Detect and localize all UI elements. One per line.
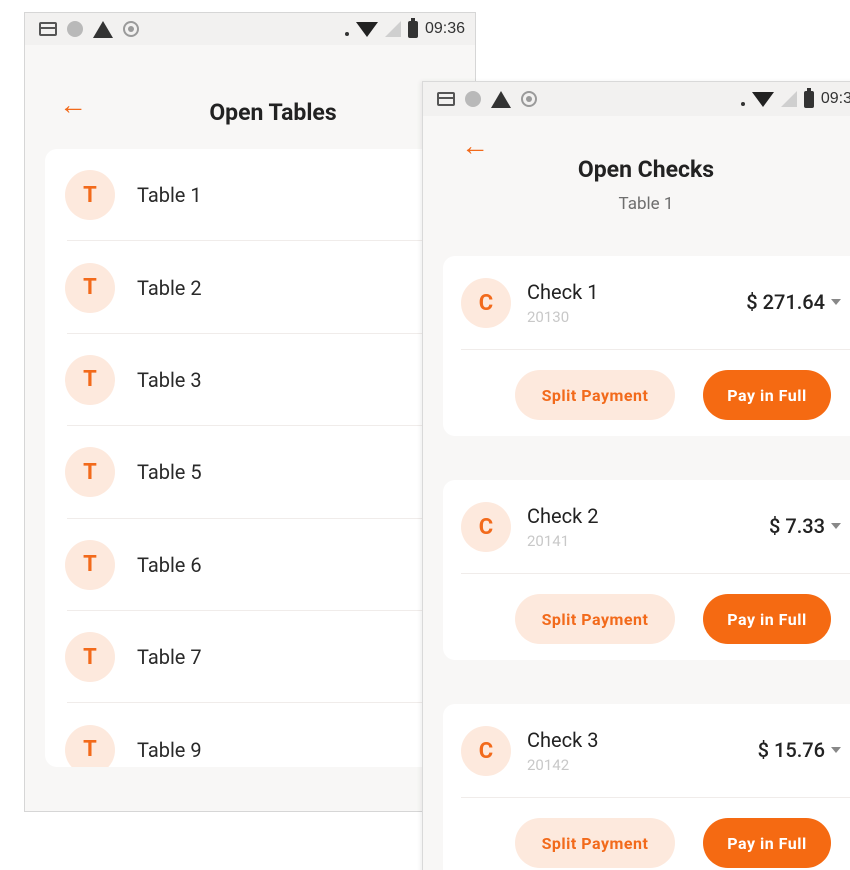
split-payment-button[interactable]: Split Payment [515, 594, 675, 644]
pay-in-full-button[interactable]: Pay in Full [703, 594, 831, 644]
pay-in-full-button[interactable]: Pay in Full [703, 370, 831, 420]
check-header[interactable]: C Check 1 20130 $ 271.64 [443, 256, 850, 350]
status-time: 09:3 [820, 90, 850, 107]
table-label: Table 5 [137, 460, 202, 485]
page-subtitle: Table 1 [618, 194, 674, 214]
check-name: Check 3 [527, 728, 599, 752]
wifi-activity-icon [740, 102, 745, 106]
status-time: 09:36 [424, 20, 465, 37]
table-row[interactable]: T Table 6 [45, 519, 465, 612]
pay-in-full-button[interactable]: Pay in Full [703, 818, 831, 868]
warning-icon [491, 90, 511, 108]
table-avatar: T [65, 170, 115, 221]
check-card: C Check 3 20142 $ 15.76 Split Payment Pa… [443, 704, 850, 870]
check-name: Check 2 [527, 504, 599, 528]
open-checks-screen: 09:3 ← Open Checks Table 1 C Check 1 201… [422, 81, 850, 870]
table-label: Table 9 [137, 737, 202, 762]
warning-icon [93, 20, 113, 38]
page-title: Open Tables [209, 99, 337, 126]
wifi-icon [355, 21, 378, 37]
check-avatar: C [461, 502, 511, 552]
table-row[interactable]: T Table 3 [45, 334, 465, 427]
caret-down-icon[interactable] [831, 747, 841, 753]
check-amount: $ 15.76 [757, 738, 825, 762]
table-avatar: T [65, 262, 115, 313]
card-icon [39, 22, 57, 36]
check-header[interactable]: C Check 2 20141 $ 7.33 [443, 480, 850, 574]
table-row[interactable]: T Table 5 [45, 426, 465, 519]
check-card: C Check 2 20141 $ 7.33 Split Payment Pay… [443, 480, 850, 660]
dot-icon [67, 21, 83, 37]
table-row[interactable]: T Table 1 [45, 149, 465, 242]
table-avatar: T [65, 632, 115, 683]
battery-icon [803, 87, 814, 108]
status-bar: 09:3 [423, 82, 850, 116]
table-avatar: T [65, 539, 115, 590]
table-label: Table 6 [137, 552, 202, 577]
no-signal-icon [780, 91, 797, 107]
sync-icon [123, 21, 139, 37]
sync-icon [521, 91, 537, 107]
battery-icon [407, 17, 418, 38]
wifi-activity-icon [344, 32, 349, 36]
table-avatar: T [65, 447, 115, 498]
check-card: C Check 1 20130 $ 271.64 Split Payment P… [443, 256, 850, 436]
card-icon [437, 92, 455, 106]
page-title: Open Checks [577, 156, 715, 183]
wifi-icon [751, 91, 774, 107]
check-number: 20130 [527, 308, 570, 326]
table-avatar: T [65, 724, 115, 767]
table-label: Table 1 [137, 183, 202, 208]
check-avatar: C [461, 726, 511, 776]
check-avatar: C [461, 278, 511, 328]
check-name: Check 1 [527, 280, 599, 304]
check-amount: $ 271.64 [746, 290, 825, 314]
caret-down-icon[interactable] [831, 299, 841, 305]
check-number: 20141 [527, 532, 570, 550]
open-tables-screen: 09:36 ← Open Tables T Table 1 T Table 2 … [24, 12, 476, 812]
table-row[interactable]: T Table 2 [45, 241, 465, 335]
no-signal-icon [384, 21, 401, 37]
split-payment-button[interactable]: Split Payment [515, 818, 675, 868]
tables-list: T Table 1 T Table 2 T Table 3 T Table 5 … [45, 149, 465, 767]
check-amount: $ 7.33 [769, 514, 825, 538]
caret-down-icon[interactable] [831, 523, 841, 529]
table-label: Table 7 [137, 645, 202, 670]
table-row[interactable]: T Table 9 [45, 703, 465, 767]
dot-icon [465, 91, 481, 107]
app-bar: ← Open Tables [25, 45, 475, 163]
check-number: 20142 [527, 756, 570, 774]
table-row[interactable]: T Table 7 [45, 611, 465, 704]
status-bar: 09:36 [25, 13, 475, 45]
table-label: Table 3 [137, 367, 202, 392]
table-label: Table 2 [137, 275, 202, 300]
split-payment-button[interactable]: Split Payment [515, 370, 675, 420]
check-header[interactable]: C Check 3 20142 $ 15.76 [443, 704, 850, 798]
table-avatar: T [65, 354, 115, 405]
